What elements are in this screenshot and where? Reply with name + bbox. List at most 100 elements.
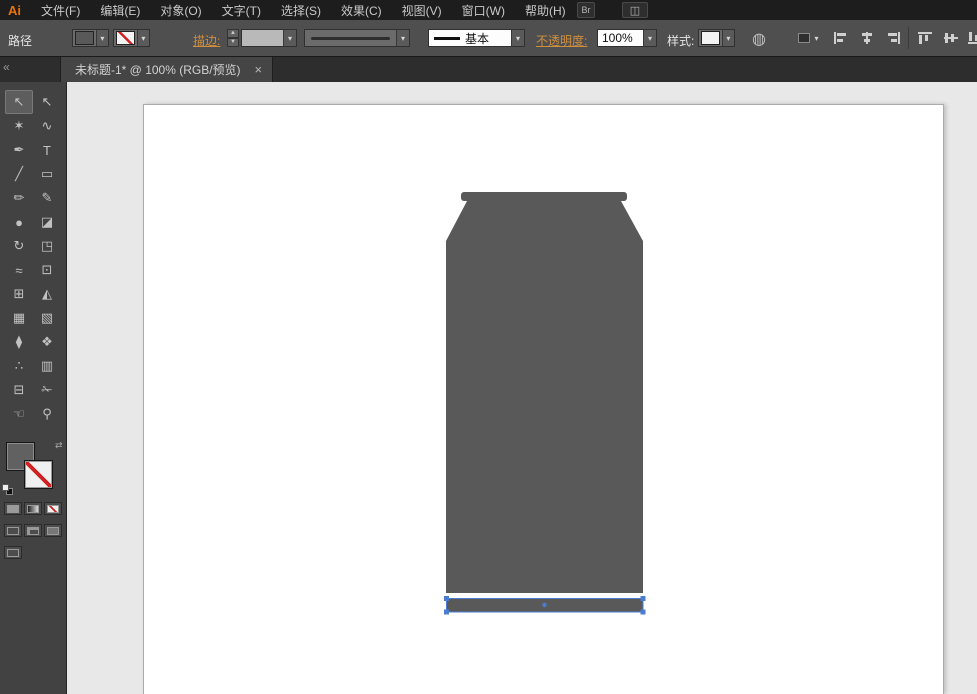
rotate-tool[interactable]: ↻ (5, 234, 33, 258)
align-center-button[interactable] (856, 28, 878, 48)
line-segment-tool[interactable]: ╱ (5, 162, 33, 186)
slice-tool[interactable]: ✁ (33, 378, 61, 402)
menu-window[interactable]: 窗口(W) (452, 0, 515, 20)
align-vcenter-button[interactable] (940, 28, 962, 48)
stroke-color-dropdown[interactable]: ▾ (113, 29, 150, 47)
draw-normal-button[interactable] (4, 524, 22, 537)
gradient-button[interactable] (24, 502, 42, 515)
basic-brush-preview (434, 36, 460, 40)
stroke-weight-dropdown[interactable]: ▾ (241, 29, 297, 47)
menu-object[interactable]: 对象(O) (150, 0, 211, 20)
tool-list: ↖ ↖ ✶ ∿ ✒ T ╱ ▭ ✏ ✎ ● ◪ ↻ ◳ ≈ ⊡ ⊞ ◭ ▦ ▧ … (0, 82, 66, 426)
column-graph-tool[interactable]: ▥ (33, 354, 61, 378)
width-profile-dropdown[interactable]: ▾ (304, 29, 410, 47)
arrange-documents-icon[interactable]: ◫ (622, 2, 648, 18)
opacity-dropdown[interactable]: 100% ▾ (597, 29, 657, 47)
pen-tool[interactable]: ✒ (5, 138, 33, 162)
brush-definition-value: 基本 (465, 31, 490, 46)
opacity-panel-link[interactable]: 不透明度: (536, 32, 587, 49)
fill-color-dropdown[interactable]: ▾ (72, 29, 109, 47)
tool-icon: ✎ (41, 190, 53, 205)
document-setup-icon[interactable]: ◍ (752, 29, 766, 49)
document-tab[interactable]: 未标题-1* @ 100% (RGB/预览) × (60, 57, 274, 82)
tool-icon: ◪ (40, 214, 54, 229)
screen-mode-button[interactable] (4, 546, 22, 559)
rectangle-tool[interactable]: ▭ (33, 162, 61, 186)
lasso-tool[interactable]: ∿ (33, 114, 61, 138)
menu-bar: Ai 文件(F) 编辑(E) 对象(O) 文字(T) 选择(S) 效果(C) 视图(V) 窗口… (0, 0, 977, 20)
perspective-grid-tool[interactable]: ◭ (33, 282, 61, 306)
free-transform-tool[interactable]: ⊡ (33, 258, 61, 282)
mesh-tool[interactable]: ▦ (5, 306, 33, 330)
shape-builder-tool[interactable]: ⊞ (5, 282, 33, 306)
document-tab-bar: « 未标题-1* @ 100% (RGB/预览) × (0, 57, 977, 82)
stroke-weight-stepper[interactable]: ▲ ▼ (227, 29, 239, 47)
tool-icon: ╱ (15, 166, 23, 181)
align-left-button[interactable] (830, 28, 852, 48)
brush-definition-dropdown[interactable]: 基本 ▾ (428, 29, 525, 47)
type-tool[interactable]: T (33, 138, 61, 162)
tool-icon: T (43, 142, 51, 158)
paint-mode-row (4, 502, 62, 515)
artboard-tool[interactable]: ⊟ (5, 378, 33, 402)
align-bottom-button[interactable] (964, 28, 977, 48)
menu-view[interactable]: 视图(V) (392, 0, 452, 20)
menu-select[interactable]: 选择(S) (271, 0, 331, 20)
menu-list: 文件(F) 编辑(E) 对象(O) 文字(T) 选择(S) 效果(C) 视图(V) 窗口(W)… (31, 0, 576, 20)
gradient-tool[interactable]: ▧ (33, 306, 61, 330)
stepper-down-icon[interactable]: ▼ (227, 38, 239, 47)
magic-wand-tool[interactable]: ✶ (5, 114, 33, 138)
graphic-style-swatch (701, 31, 720, 45)
menu-file[interactable]: 文件(F) (31, 0, 90, 20)
draw-behind-button[interactable] (24, 524, 42, 537)
tool-icon: ⚲ (42, 406, 52, 421)
menu-effect[interactable]: 效果(C) (331, 0, 392, 20)
stepper-up-icon[interactable]: ▲ (227, 29, 239, 38)
menu-edit[interactable]: 编辑(E) (90, 0, 150, 20)
collapse-panel-icon[interactable]: « (3, 60, 10, 74)
menu-type[interactable]: 文字(T) (212, 0, 271, 20)
tool-icon: ⧫ (15, 334, 23, 349)
align-dropdown[interactable]: ▾ (793, 29, 827, 47)
tool-icon: ∿ (41, 118, 53, 133)
chevron-down-icon: ▾ (814, 33, 819, 43)
default-fill-stroke-icon[interactable] (2, 484, 14, 496)
menu-help[interactable]: 帮助(H) (515, 0, 576, 20)
stroke-color-well[interactable] (24, 460, 53, 489)
width-tool[interactable]: ≈ (5, 258, 33, 282)
graphic-style-dropdown[interactable]: ▾ (698, 29, 735, 47)
draw-inside-button[interactable] (44, 524, 62, 537)
close-icon[interactable]: × (255, 62, 263, 77)
tool-icon: ▧ (40, 310, 54, 325)
align-right-button[interactable] (882, 28, 904, 48)
artboard[interactable] (143, 104, 944, 694)
canvas-area[interactable] (67, 82, 977, 694)
eyedropper-tool[interactable]: ⧫ (5, 330, 33, 354)
divider (908, 27, 909, 49)
stroke-panel-link[interactable]: 描边: (193, 32, 220, 49)
pencil-tool[interactable]: ✎ (33, 186, 61, 210)
hand-tool[interactable]: ☜ (5, 402, 33, 426)
eraser-tool[interactable]: ◪ (33, 210, 61, 234)
swap-fill-stroke-icon[interactable]: ⇄ (55, 440, 63, 451)
chevron-down-icon: ▾ (721, 30, 734, 46)
scale-tool[interactable]: ◳ (33, 234, 61, 258)
none-button[interactable] (44, 502, 62, 515)
blob-brush-tool[interactable]: ● (5, 210, 33, 234)
selection-tool[interactable]: ↖ (5, 90, 33, 114)
tool-icon: ◳ (40, 238, 54, 253)
align-top-button[interactable] (914, 28, 936, 48)
zoom-tool[interactable]: ⚲ (33, 402, 61, 426)
opacity-value: 100% (602, 31, 633, 45)
symbol-sprayer-tool[interactable]: ∴ (5, 354, 33, 378)
style-label: 样式: (667, 34, 695, 48)
blend-tool[interactable]: ❖ (33, 330, 61, 354)
chevron-down-icon: ▾ (643, 30, 656, 46)
chevron-down-icon: ▾ (95, 30, 108, 46)
fill-stroke-wells: ⇄ (0, 440, 67, 559)
context-label: 路径 (8, 34, 33, 48)
color-button[interactable] (4, 502, 22, 515)
bridge-icon[interactable]: Br (577, 2, 595, 18)
paintbrush-tool[interactable]: ✏ (5, 186, 33, 210)
direct-selection-tool[interactable]: ↖ (33, 90, 61, 114)
